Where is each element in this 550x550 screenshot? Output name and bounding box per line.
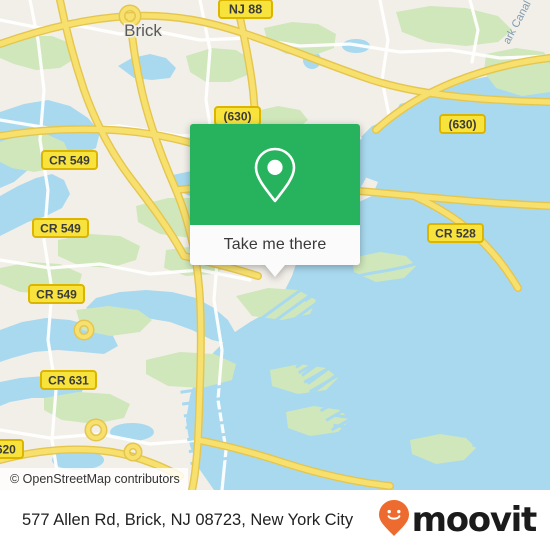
popup-tail-pointer xyxy=(265,265,285,277)
road-shield-cr528: CR 528 xyxy=(427,223,484,243)
svg-text:CR 549: CR 549 xyxy=(36,288,77,302)
place-label-text: Brick xyxy=(124,21,162,40)
address-text: 577 Allen Rd, Brick, NJ 08723, New York … xyxy=(22,510,354,529)
map-place-label-brick: Brick xyxy=(123,19,164,41)
svg-text:(630): (630) xyxy=(223,110,251,124)
popup-icon-area xyxy=(190,124,360,225)
map-pin-icon xyxy=(252,146,298,204)
svg-text:(630): (630) xyxy=(448,118,476,132)
take-me-there-label: Take me there xyxy=(223,236,327,253)
road-shield-cr549-3: CR 549 xyxy=(28,284,85,304)
osm-attribution[interactable]: © OpenStreetMap contributors xyxy=(0,468,188,490)
road-shield-cr631: CR 631 xyxy=(40,370,97,390)
road-shield-630-right: (630) xyxy=(439,114,486,134)
moovit-pin-smile-icon xyxy=(378,499,410,542)
svg-text:CR 528: CR 528 xyxy=(435,227,476,241)
svg-text:NJ 88: NJ 88 xyxy=(229,3,262,17)
location-popup-card[interactable]: Take me there xyxy=(190,124,360,277)
svg-text:CR 549: CR 549 xyxy=(49,154,90,168)
road-shield-cr549-1: CR 549 xyxy=(41,150,98,170)
footer-bar: 577 Allen Rd, Brick, NJ 08723, New York … xyxy=(0,490,550,550)
svg-text:CR 549: CR 549 xyxy=(40,222,81,236)
moovit-wordmark: moovit xyxy=(411,500,538,540)
road-shield-nj88: NJ 88 xyxy=(218,0,273,19)
svg-text:CR 631: CR 631 xyxy=(48,374,89,388)
moovit-logo[interactable]: moovit xyxy=(378,499,538,542)
popup-action-area[interactable]: Take me there xyxy=(190,225,360,265)
road-shield-630-top: (630) xyxy=(214,106,261,126)
road-shield-620: CR 620 xyxy=(0,439,24,459)
svg-text:CR 620: CR 620 xyxy=(0,443,16,457)
road-shield-cr549-2: CR 549 xyxy=(32,218,89,238)
